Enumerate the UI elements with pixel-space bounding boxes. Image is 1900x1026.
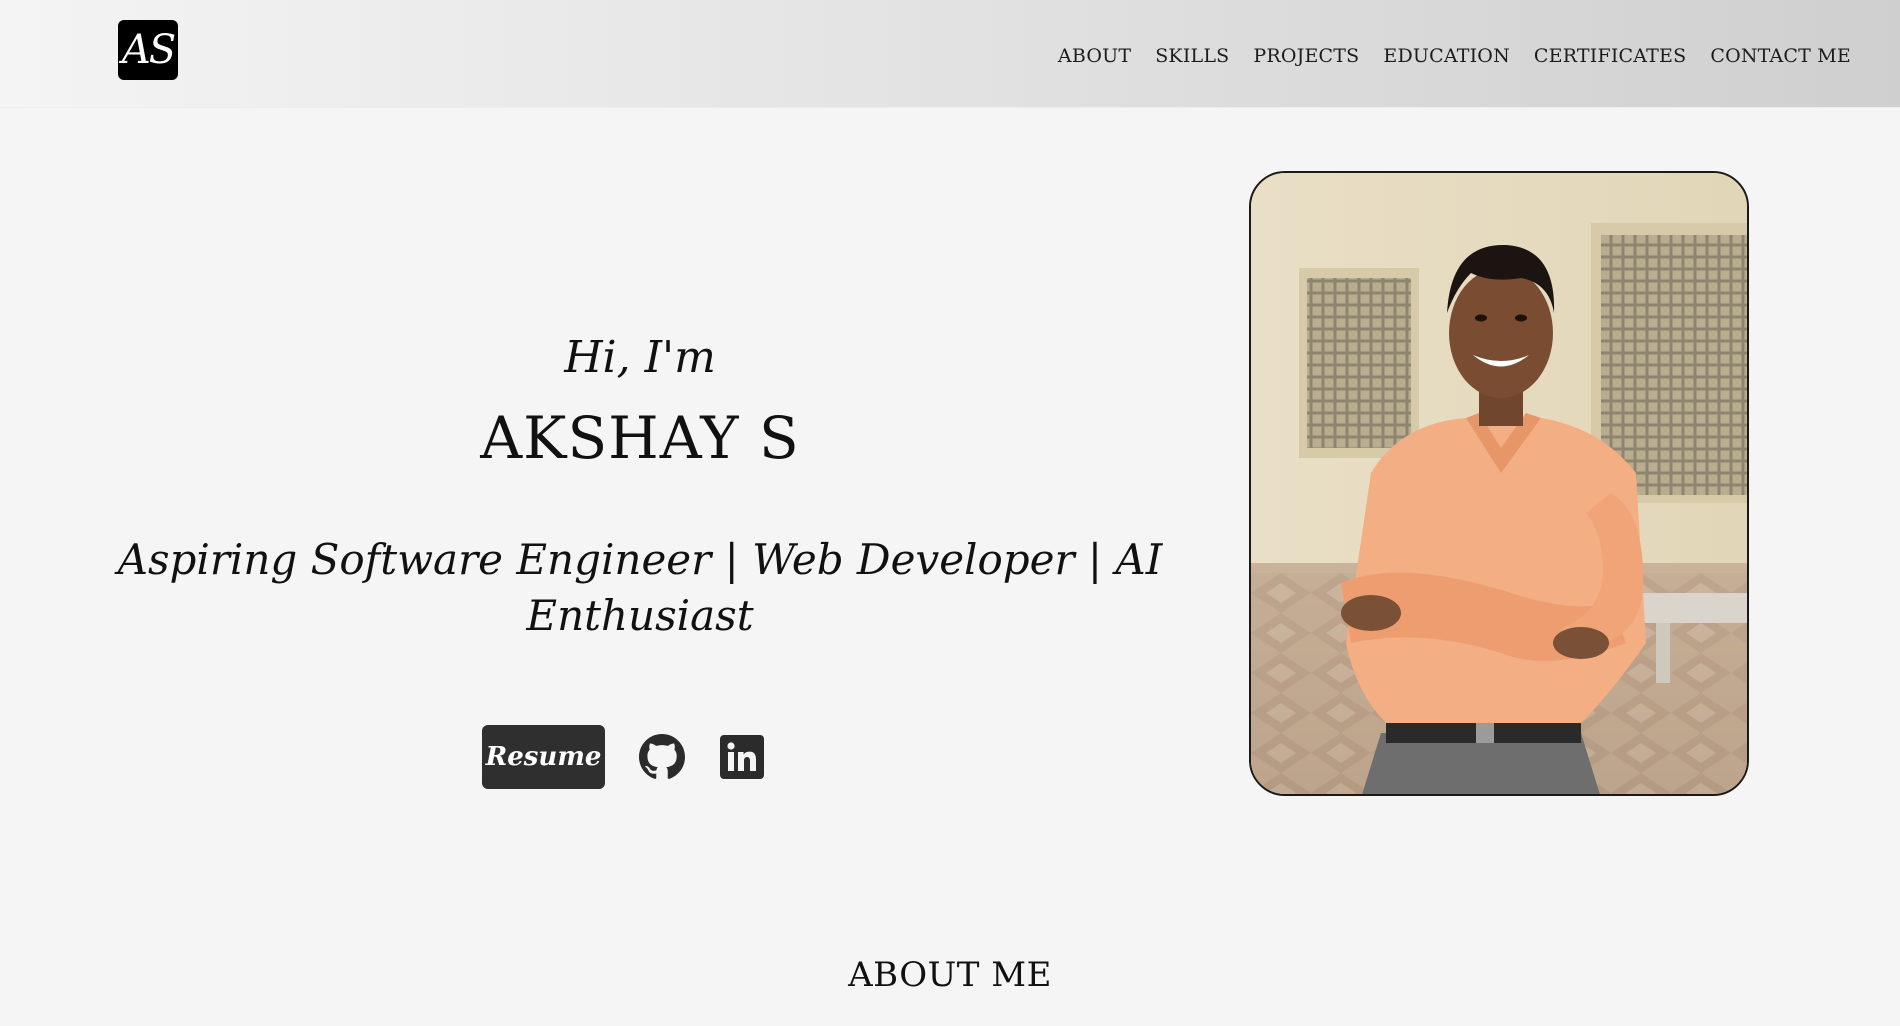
logo[interactable]: AS (118, 20, 178, 80)
main-nav: ABOUT SKILLS PROJECTS EDUCATION CERTIFIC… (1058, 0, 1851, 107)
logo-text: AS (121, 27, 176, 73)
hero-intro: Hi, I'm AKSHAY S Aspiring Software Engin… (60, 300, 1220, 644)
nav-item-education[interactable]: EDUCATION (1383, 41, 1510, 67)
nav-item-certificates[interactable]: CERTIFICATES (1534, 41, 1686, 67)
nav-item-about[interactable]: ABOUT (1058, 41, 1131, 67)
nav-item-contact-me[interactable]: CONTACT ME (1710, 41, 1851, 67)
hero-actions: Resume (482, 725, 765, 789)
about-section-title: ABOUT ME (848, 955, 1052, 995)
hero-greeting: Hi, I'm (564, 332, 716, 383)
site-header: AS ABOUT SKILLS PROJECTS EDUCATION CERTI… (0, 0, 1900, 107)
nav-item-projects[interactable]: PROJECTS (1253, 41, 1359, 67)
resume-button-label: Resume (485, 742, 602, 772)
hero-name: AKSHAY S (480, 404, 800, 472)
profile-photo-illustration (1251, 173, 1747, 794)
github-icon[interactable] (639, 734, 685, 780)
linkedin-icon[interactable] (719, 734, 765, 780)
linkedin-icon-graphic (720, 735, 764, 779)
github-icon-graphic (639, 734, 685, 779)
hero-tagline: Aspiring Software Engineer | Web Develop… (117, 535, 1163, 640)
resume-button[interactable]: Resume (482, 725, 605, 789)
nav-item-skills[interactable]: SKILLS (1155, 41, 1229, 67)
profile-photo (1249, 171, 1749, 796)
